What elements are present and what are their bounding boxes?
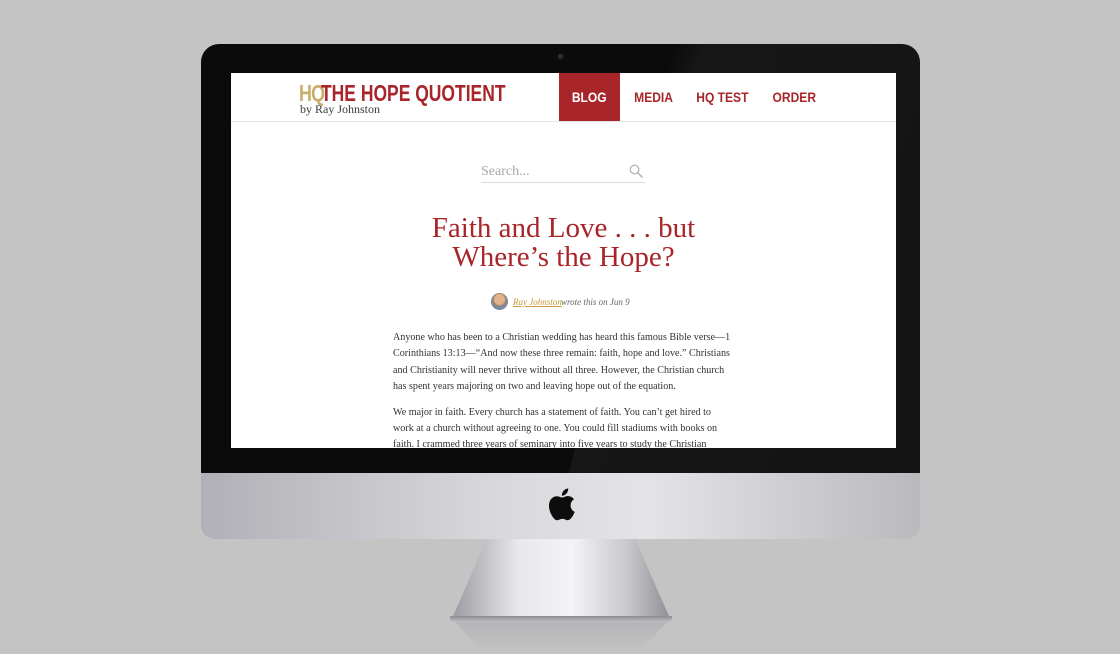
search-input[interactable] bbox=[481, 162, 621, 182]
nav-item-label: HQ TEST bbox=[696, 89, 749, 105]
nav-item-media[interactable]: MEDIA bbox=[620, 73, 687, 121]
monitor-stand bbox=[452, 539, 670, 619]
post-paragraph: We major in faith. Every church has a st… bbox=[393, 406, 718, 448]
nav-item-order[interactable]: ORDER bbox=[758, 73, 831, 121]
post-title: Faith and Love . . . but Where’s the Hop… bbox=[381, 214, 746, 272]
nav-item-hq-test[interactable]: HQ TEST bbox=[687, 73, 758, 121]
apple-logo-icon bbox=[548, 488, 575, 521]
post-byline: Ray Johnston wrote this on Jun 9 bbox=[491, 293, 691, 311]
post-title-line2: Where’s the Hope? bbox=[452, 241, 675, 273]
nav-item-label: ORDER bbox=[772, 89, 817, 105]
monitor-stand-foot bbox=[450, 616, 672, 622]
nav-item-label: BLOG bbox=[572, 89, 607, 105]
search-icon[interactable] bbox=[629, 164, 643, 178]
author-link[interactable]: Ray Johnston bbox=[513, 297, 562, 307]
camera-icon bbox=[558, 54, 563, 59]
search-bar bbox=[481, 162, 645, 183]
avatar bbox=[491, 293, 508, 310]
post-meta: wrote this on Jun 9 bbox=[561, 297, 630, 307]
site-header: HQ THE HOPE QUOTIENT by Ray Johnston BLO… bbox=[231, 73, 896, 122]
post-body: Anyone who has been to a Christian weddi… bbox=[393, 330, 733, 448]
logo-byline: by Ray Johnston bbox=[300, 102, 381, 116]
site-logo[interactable]: HQ THE HOPE QUOTIENT by Ray Johnston bbox=[299, 80, 506, 116]
stand-reflection bbox=[455, 622, 667, 654]
nav-item-label: MEDIA bbox=[634, 89, 673, 105]
post-paragraph: Anyone who has been to a Christian weddi… bbox=[393, 332, 731, 393]
post-title-line1: Faith and Love . . . but bbox=[431, 212, 696, 244]
monitor-chin bbox=[201, 473, 920, 539]
browser-screen: HQ THE HOPE QUOTIENT by Ray Johnston BLO… bbox=[231, 73, 896, 448]
nav-item-blog[interactable]: BLOG bbox=[559, 73, 620, 121]
